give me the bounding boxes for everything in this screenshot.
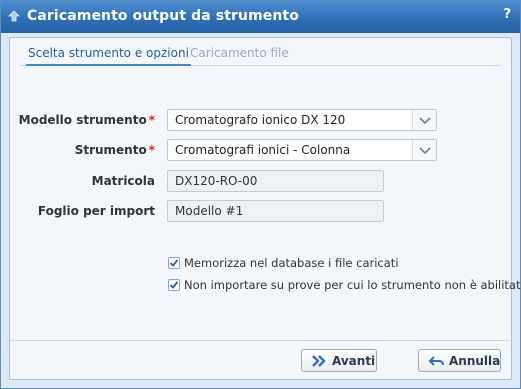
double-arrow-right-icon [312,355,326,367]
required-marker: * [148,143,155,157]
store-files-checkbox[interactable] [168,257,180,269]
cancel-button-label: Annulla [449,354,501,368]
skip-disabled-label: Non importare su prove per cui lo strume… [184,278,521,292]
dialog-title: Caricamento output da strumento [27,8,299,24]
instrument-dropdown-toggle[interactable] [412,140,436,160]
tab-file-upload[interactable]: Caricamento file [190,44,289,66]
model-select-value: Cromatografo ionico DX 120 [175,113,346,127]
upload-icon [8,10,20,22]
titlebar[interactable]: Caricamento output da strumento ? [1,1,520,33]
instrument-label: Strumento * [10,143,155,157]
checkmark-icon [169,281,179,289]
model-label-text: Modello strumento [18,113,147,127]
help-button[interactable]: ? [503,7,511,22]
model-dropdown-toggle[interactable] [412,110,436,130]
required-marker: * [148,113,155,127]
model-label: Modello strumento * [10,113,155,127]
instrument-select[interactable]: Cromatografi ionici - Colonna [167,139,437,161]
instrument-label-text: Strumento [74,143,147,157]
store-files-label: Memorizza nel database i file caricati [184,256,399,270]
next-button[interactable]: Avanti [301,349,377,372]
instrument-select-value: Cromatografi ionici - Colonna [175,143,351,157]
footer-divider [10,340,511,341]
serial-value: DX120-RO-00 [175,174,258,188]
serial-field: DX120-RO-00 [167,170,384,192]
next-button-label: Avanti [332,354,376,368]
import-sheet-label: Foglio per import [37,204,155,218]
import-sheet-field: Modello #1 [167,200,384,222]
cancel-button[interactable]: Annulla [418,349,501,372]
undo-icon [429,356,444,366]
model-select[interactable]: Cromatografo ionico DX 120 [167,109,437,131]
content-panel: Scelta strumento e opzioni Caricamento f… [9,37,521,380]
chevron-down-icon [419,117,431,125]
tab-instrument-options[interactable]: Scelta strumento e opzioni [26,44,191,66]
chevron-down-icon [419,147,431,155]
serial-label: Matricola [91,174,155,188]
import-sheet-value: Modello #1 [175,204,244,218]
dialog-window: Caricamento output da strumento ? Scelta… [0,0,521,389]
skip-disabled-checkbox[interactable] [168,279,180,291]
checkmark-icon [169,259,179,267]
tab-bar: Scelta strumento e opzioni Caricamento f… [20,44,501,66]
